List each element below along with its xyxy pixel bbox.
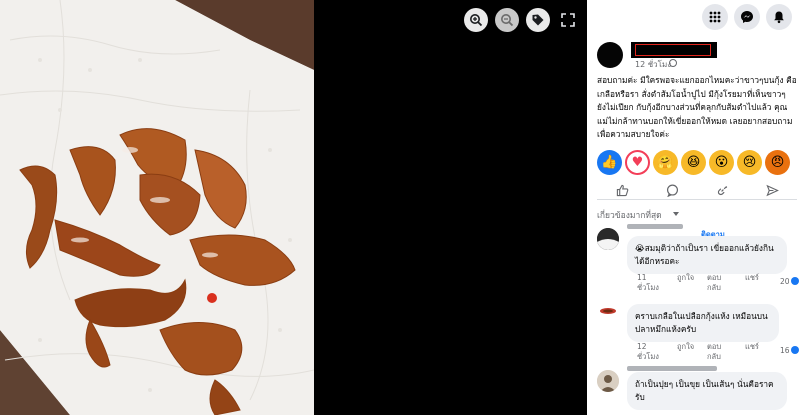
like-reaction-icon[interactable]: 👍 [597, 150, 622, 175]
comment-like-button[interactable]: ถูกใจ [677, 273, 694, 283]
comment-like-button[interactable]: ถูกใจ [677, 342, 694, 352]
chili-piece [207, 293, 217, 303]
top-bar [587, 0, 800, 34]
messenger-icon [741, 11, 753, 23]
notifications-button[interactable] [766, 4, 792, 30]
post-photo[interactable] [0, 0, 314, 415]
commenter-avatar[interactable] [597, 370, 619, 392]
zoom-in-button[interactable] [464, 8, 488, 32]
expand-icon[interactable] [560, 12, 576, 28]
wow-reaction-icon[interactable]: 😮 [709, 150, 734, 175]
avatar-image [597, 370, 619, 392]
comment-reaction-count[interactable]: 16 [780, 346, 790, 355]
author-avatar[interactable] [597, 42, 623, 68]
angry-reaction-icon[interactable]: 😠 [765, 150, 790, 175]
photo-viewer [0, 0, 587, 415]
sad-reaction-icon[interactable]: 😢 [737, 150, 762, 175]
notifications-bell-icon [774, 11, 784, 24]
haha-reaction-icon[interactable]: 😆 [681, 150, 706, 175]
reaction-bar: 👍 ♥ 🤗 😆 😮 😢 😠 [597, 150, 797, 178]
care-reaction-icon[interactable]: 🤗 [653, 150, 678, 175]
zoom-out-button[interactable] [495, 8, 519, 32]
commenter-name-redacted [627, 224, 683, 229]
comment-reaction-count[interactable]: 20 [780, 277, 790, 286]
zoom-in-icon [470, 14, 483, 27]
comment-share-button[interactable]: แชร์ [745, 342, 759, 352]
comment-time[interactable]: 11 ชั่วโมง [637, 273, 665, 293]
comment-reply-button[interactable]: ตอบกลับ [707, 342, 729, 362]
tag-icon [532, 14, 544, 26]
comment-bubble: ถ้าเป็นปุยๆ เป็นขุย เป็นเส้นๆ นั่นคือราค… [627, 372, 787, 410]
like-icon[interactable] [616, 184, 629, 197]
menu-grid-icon [709, 11, 721, 23]
public-globe-icon [669, 59, 677, 67]
commenter-avatar[interactable] [597, 300, 619, 322]
post-panel: 12 ชั่วโมง สอบถามค่ะ มีใครพอจะแยกออกไหมค… [587, 0, 800, 415]
menu-grid-button[interactable] [702, 4, 728, 30]
comment-share-button[interactable]: แชร์ [745, 273, 759, 283]
sort-chevron-down-icon[interactable] [673, 212, 679, 216]
share-icon[interactable] [716, 184, 729, 197]
commenter-avatar[interactable] [597, 228, 619, 250]
comment-bubble: 😭สมมุติว่าถ้าเป็นรา เขี่ยออกแล้วยังกินได… [627, 236, 787, 274]
post-header: 12 ชั่วโมง [597, 42, 797, 72]
commenter-name-redacted [627, 366, 717, 371]
comment-bubble: คราบเกลือในเปลือกกุ้งแห้ง เหมือนบนปลาหมึ… [627, 304, 779, 342]
messenger-button[interactable] [734, 4, 760, 30]
comment-reply-button[interactable]: ตอบกลับ [707, 273, 729, 293]
redaction-box [635, 44, 711, 56]
post-actions [597, 182, 797, 200]
tag-button[interactable] [526, 8, 550, 32]
comment-icon[interactable] [666, 184, 679, 197]
avatar-image [597, 228, 619, 250]
reaction-count-icon [791, 346, 799, 354]
comment-sort-label[interactable]: เกี่ยวข้องมากที่สุด [597, 208, 662, 222]
avatar-image [597, 300, 619, 322]
post-caption: สอบถามค่ะ มีใครพอจะแยกออกไหมคะว่าขาวๆบนก… [597, 75, 797, 139]
post-timestamp[interactable]: 12 ชั่วโมง [635, 58, 671, 71]
comment-time[interactable]: 12 ชั่วโมง [637, 342, 665, 362]
dried-shrimp-photo [0, 0, 314, 415]
zoom-out-icon [501, 14, 514, 27]
send-icon[interactable] [765, 184, 779, 197]
love-reaction-icon[interactable]: ♥ [625, 150, 650, 175]
reaction-count-icon [791, 277, 799, 285]
